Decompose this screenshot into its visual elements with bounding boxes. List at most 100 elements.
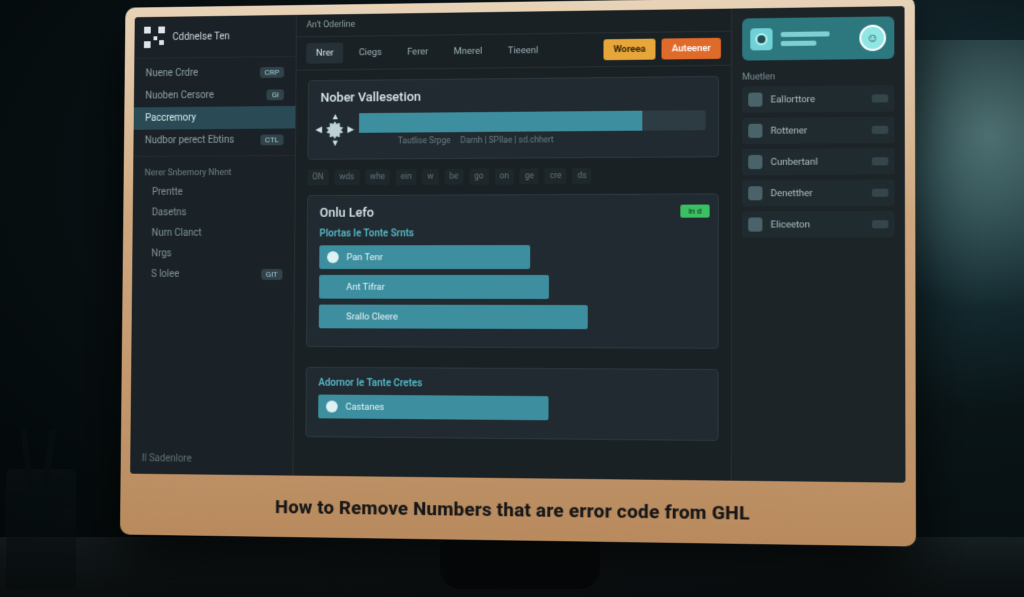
sidebar-item-label: Paccremory	[145, 113, 196, 124]
mini-tab[interactable]: w	[422, 169, 438, 185]
square-icon	[748, 217, 762, 231]
primary-action-button[interactable]: Woreea	[603, 39, 655, 61]
sidebar-group-1: Nuene Crdre CRP Nuoben Cersore GI Paccre…	[133, 56, 295, 156]
right-item-label: Rottener	[771, 124, 864, 136]
validation-bar-wrap: Tautlise Srpge Darnh | SPIlae | sd.chher…	[359, 110, 706, 147]
mini-tab[interactable]: ein	[396, 169, 417, 185]
sidebar-sub-1[interactable]: Dasetns	[133, 202, 295, 223]
sidebar-item-label: Nuene Crdre	[146, 68, 199, 79]
sidebar-item-1[interactable]: Nuoben Cersore GI	[134, 83, 296, 107]
list-row-label: Srallo Cleere	[346, 311, 398, 322]
tab-0[interactable]: Nrer	[306, 43, 343, 64]
card-app-icon	[750, 28, 772, 50]
app-screen: Cddnelse Ten Nuene Crdre CRP Nuoben Cers…	[130, 6, 905, 483]
right-item-2[interactable]: Cunbertanl	[742, 148, 894, 175]
list-row[interactable]: Ant Tifrar	[319, 275, 549, 299]
mini-tab[interactable]: whe	[365, 169, 390, 185]
card-lines	[781, 31, 851, 46]
mini-tab[interactable]: on	[495, 168, 514, 184]
sidebar-sub-4[interactable]: S lolee GIT	[132, 264, 294, 285]
panel-subtitle: Adornor Ie Tante Cretes	[318, 378, 705, 391]
right-column: ☺ Muetlen Eallorttore Rottener	[731, 6, 906, 483]
square-icon	[748, 93, 762, 107]
sidebar-item-0[interactable]: Nuene Crdre CRP	[134, 61, 296, 85]
gear-icon	[327, 310, 339, 322]
list-row[interactable]: Srallo Cleere	[319, 305, 588, 330]
sidebar-item-badge: CTL	[260, 134, 283, 145]
dot-icon	[327, 251, 339, 263]
panel-title: Nober Vallesetion	[320, 87, 705, 106]
right-item-3[interactable]: Denetther	[742, 179, 895, 206]
sidebar-item-badge: GI	[267, 89, 284, 100]
right-item-badge	[872, 157, 888, 165]
mini-tab[interactable]: cre	[545, 168, 567, 184]
panel-onlu-lefo: In d Onlu Lefo Plortas Ie Tonte Srnts Pa…	[306, 193, 719, 348]
right-item-0[interactable]: Eallorttore	[742, 85, 894, 113]
sidebar-sub-0[interactable]: Prentte	[133, 181, 295, 202]
sidebar-item-badge: CRP	[260, 67, 284, 78]
right-item-badge	[872, 94, 888, 102]
sidebar-item-2[interactable]: Paccremory	[134, 106, 296, 130]
mini-tab[interactable]: be	[444, 169, 463, 185]
sidebar-footer[interactable]: Il Sadenlore	[130, 443, 293, 475]
pen-holder	[6, 469, 76, 589]
tab-1[interactable]: Ciegs	[349, 42, 392, 63]
mini-tab[interactable]: ds	[572, 168, 591, 184]
right-item-1[interactable]: Rottener	[742, 117, 894, 144]
status-chip-ok[interactable]: In d	[680, 205, 709, 218]
mini-tab[interactable]: ge	[520, 168, 539, 184]
tab-3[interactable]: Mnerel	[444, 41, 492, 62]
right-item-4[interactable]: Eliceeton	[742, 211, 895, 238]
square-icon	[748, 124, 762, 138]
monitor-stand	[440, 541, 600, 589]
tab-4[interactable]: Tieeenl	[498, 40, 548, 61]
sidebar-item-3[interactable]: Nudbor perect Ebtins CTL	[133, 128, 295, 152]
sidebar-sub-3[interactable]: Nrgs	[132, 243, 294, 264]
brand-title: Cddnelse Ten	[172, 31, 229, 42]
sidebar-item-label: Nuoben Cersore	[145, 90, 214, 101]
rightcol-heading: Muetlen	[742, 71, 894, 83]
mini-tab[interactable]: ON	[307, 169, 328, 185]
panel-adornor: Adornor Ie Tante Cretes Castanes	[305, 367, 718, 441]
monitor-bezel: Cddnelse Ten Nuene Crdre CRP Nuoben Cers…	[120, 0, 916, 547]
list-row-label: Ant Tifrar	[346, 281, 385, 292]
gear-arrows-icon: ▲▼◀▶	[320, 115, 349, 145]
validation-meta: Tautlise Srpge Darnh | SPIlae | sd.chher…	[359, 134, 706, 146]
tab-bar: Nrer Ciegs Ferer Mnerel Tieeenl Woreea A…	[297, 32, 731, 71]
caption-text: How to Remove Numbers that are error cod…	[275, 495, 750, 524]
app-shell: Cddnelse Ten Nuene Crdre CRP Nuoben Cers…	[130, 6, 905, 483]
gear-icon	[327, 281, 339, 293]
breadcrumb: An't Oderline	[307, 20, 356, 30]
right-item-badge	[872, 220, 889, 228]
list-row[interactable]: Pan Tenr	[319, 245, 529, 269]
avatar-icon: ☺	[859, 25, 886, 52]
panel-subtitle: Plortas Ie Tonte Srnts	[319, 228, 705, 240]
qr-icon	[144, 26, 165, 48]
right-item-label: Eliceeton	[771, 219, 864, 230]
mini-tab[interactable]: go	[469, 169, 488, 185]
monitor-caption: How to Remove Numbers that are error cod…	[120, 474, 916, 547]
sidebar-sub-2[interactable]: Nurn Clanct	[132, 223, 294, 244]
tab-2[interactable]: Ferer	[397, 41, 438, 62]
sidebar-item-label: Nudbor perect Ebtins	[145, 135, 234, 146]
right-item-label: Eallorttore	[771, 93, 864, 105]
list-row-label: Pan Tenr	[346, 252, 382, 263]
main-column: An't Oderline Nrer Ciegs Ferer Mnerel Ti…	[293, 9, 731, 481]
validation-progress	[359, 110, 706, 133]
sidebar-group-2: Nerer Snbemory Nhent Prentte Dasetns Nur…	[132, 155, 295, 289]
panel-title: Onlu Lefo	[320, 205, 706, 221]
square-icon	[748, 155, 762, 169]
validation-row: ▲▼◀▶ Tautlise Srpge Darnh | SPIlae | sd.…	[320, 110, 706, 147]
secondary-action-button[interactable]: Auteener	[662, 38, 721, 60]
panel-validation: Nober Vallesetion ▲▼◀▶ Tautlise Srpge D	[307, 76, 718, 160]
profile-card[interactable]: ☺	[742, 16, 894, 60]
sidebar: Cddnelse Ten Nuene Crdre CRP Nuoben Cers…	[130, 15, 297, 476]
sidebar-brand: Cddnelse Ten	[134, 15, 296, 58]
mini-tab[interactable]: wds	[334, 169, 359, 185]
list-row[interactable]: Castanes	[318, 395, 548, 421]
monitor: Cddnelse Ten Nuene Crdre CRP Nuoben Cers…	[110, 0, 910, 540]
right-item-label: Cunbertanl	[771, 156, 864, 168]
list-row-label: Castanes	[345, 401, 384, 412]
dot-icon	[326, 401, 338, 413]
mini-tab-strip: ON wds whe ein w be go on ge cre ds	[296, 167, 731, 185]
